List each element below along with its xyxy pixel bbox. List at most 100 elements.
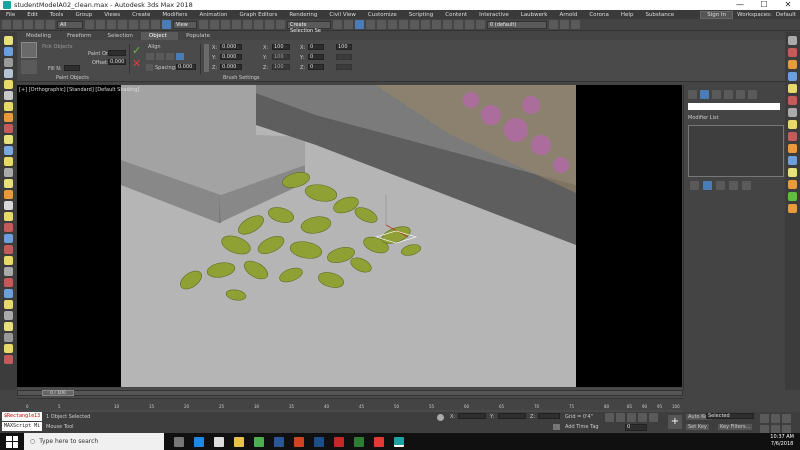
next-frame-icon[interactable] [638, 413, 647, 422]
zoom-all-icon[interactable] [771, 414, 780, 423]
motion-icon[interactable] [4, 69, 13, 78]
light-bulb-icon[interactable] [4, 212, 13, 221]
pick-objects-label[interactable]: Pick Objects [42, 44, 72, 50]
menu-modifiers[interactable]: Modifiers [156, 12, 193, 18]
particle-icon[interactable] [4, 256, 13, 265]
time-slider-track[interactable] [17, 390, 683, 396]
show-end-result-icon[interactable] [703, 181, 712, 190]
key-filters-button[interactable]: Key Filters... [718, 424, 753, 430]
sun-icon[interactable] [788, 120, 797, 129]
utilities-tab-icon[interactable] [748, 90, 757, 99]
menu-scripting[interactable]: Scripting [403, 12, 439, 18]
window-crossing-icon[interactable] [118, 20, 127, 29]
fluid-icon[interactable] [4, 355, 13, 364]
menu-group[interactable]: Group [69, 12, 98, 18]
tab-populate[interactable]: Populate [178, 32, 218, 40]
photoshop-icon[interactable] [314, 436, 324, 447]
tree-icon[interactable] [788, 180, 797, 189]
maxscript-listener[interactable]: MAXScript Mi [2, 422, 42, 431]
percent-snap-icon[interactable] [254, 20, 263, 29]
display-icon[interactable] [4, 80, 13, 89]
layer-explorer-icon[interactable] [366, 20, 375, 29]
commit-check-icon[interactable]: ✓ [132, 44, 141, 57]
menu-content[interactable]: Content [439, 12, 473, 18]
rotation-x-field[interactable]: 0.000 [220, 44, 242, 50]
texture-icon[interactable] [788, 144, 797, 153]
select-by-name-icon[interactable] [96, 20, 105, 29]
create-tab-icon[interactable] [688, 90, 697, 99]
layers-icon[interactable] [465, 20, 474, 29]
light-icon[interactable] [4, 102, 13, 111]
excel-icon[interactable] [354, 436, 364, 447]
taskbar-search-box[interactable]: ○ Type here to search [24, 433, 164, 450]
cancel-x-icon[interactable]: ✕ [132, 57, 141, 70]
keyboard-shortcut-icon[interactable] [221, 20, 230, 29]
render-online-icon[interactable] [454, 20, 463, 29]
configure-sets-icon[interactable] [742, 181, 751, 190]
selection-filter-dropdown[interactable]: All [57, 20, 83, 29]
align-y-icon[interactable] [156, 53, 164, 60]
go-to-start-icon[interactable] [605, 413, 614, 422]
menu-interactive[interactable]: Interactive [473, 12, 515, 18]
fill-number-field[interactable] [64, 65, 80, 71]
fill-icon[interactable] [21, 60, 37, 74]
proxy-icon[interactable] [788, 156, 797, 165]
paint-on-dropdown[interactable] [108, 50, 126, 56]
offset-field[interactable]: 0.000 [108, 59, 126, 65]
modify-icon[interactable] [4, 47, 13, 56]
align-normal-icon[interactable] [176, 53, 184, 60]
task-view-icon[interactable] [174, 436, 184, 447]
key-mode-dropdown[interactable]: Selected [706, 413, 754, 419]
menu-help[interactable]: Help [615, 12, 640, 18]
tab-freeform[interactable]: Freeform [59, 32, 100, 40]
scale-z-field[interactable]: 100 [272, 64, 290, 70]
file-explorer-icon[interactable] [234, 436, 244, 447]
current-frame-field[interactable]: 0 [625, 424, 647, 431]
render-frame-icon[interactable] [432, 20, 441, 29]
wave-icon[interactable] [4, 333, 13, 342]
rotate-icon[interactable] [140, 20, 149, 29]
render-icon[interactable] [788, 48, 797, 57]
menu-file[interactable]: File [0, 12, 21, 18]
scale-p-field[interactable]: 100 [336, 44, 352, 50]
spinner-snap-icon[interactable] [265, 20, 274, 29]
motion-tab-icon[interactable] [724, 90, 733, 99]
brush-icon[interactable] [788, 204, 797, 213]
viewport[interactable] [121, 85, 576, 387]
close-button[interactable]: ✕ [776, 0, 800, 10]
light-icon[interactable] [788, 84, 797, 93]
remove-modifier-icon[interactable] [729, 181, 738, 190]
scale-p3-field[interactable] [336, 64, 352, 70]
zoom-icon[interactable] [760, 414, 769, 423]
scene-explorer-icon[interactable] [355, 20, 364, 29]
set-key-plus-icon[interactable]: + [668, 415, 682, 429]
edge-icon[interactable] [194, 436, 204, 447]
maxscript-output[interactable]: $Rectangle13 [2, 412, 42, 421]
object-name-field[interactable] [688, 103, 780, 110]
snaps-toggle-icon[interactable] [232, 20, 241, 29]
tab-selection[interactable]: Selection [100, 32, 141, 40]
curve-editor-icon[interactable] [388, 20, 397, 29]
add-time-tag-button[interactable]: Add Time Tag [565, 424, 599, 430]
system-icon[interactable] [4, 146, 13, 155]
scale-p2-field[interactable] [336, 54, 352, 60]
render-tool-icon[interactable] [4, 190, 13, 199]
chrome-icon[interactable] [254, 436, 264, 447]
align-icon[interactable] [344, 20, 353, 29]
offset-z-field[interactable]: 0 [308, 64, 324, 70]
autocad-icon[interactable] [374, 436, 384, 447]
ribbon-toggle-icon[interactable] [377, 20, 386, 29]
spacing-toggle-icon[interactable] [146, 64, 153, 71]
scale-x-field[interactable]: 100 [272, 44, 290, 50]
tape-icon[interactable] [4, 311, 13, 320]
place-icon[interactable] [162, 20, 171, 29]
create-icon[interactable] [4, 36, 13, 45]
move-icon[interactable] [129, 20, 138, 29]
sphere-icon[interactable] [4, 201, 13, 210]
offset-y-field[interactable]: 0 [308, 54, 324, 60]
store-icon[interactable] [214, 436, 224, 447]
render-icon[interactable] [443, 20, 452, 29]
selection-region-icon[interactable] [107, 20, 116, 29]
menu-create[interactable]: Create [126, 12, 156, 18]
substance-icon[interactable] [571, 20, 580, 29]
